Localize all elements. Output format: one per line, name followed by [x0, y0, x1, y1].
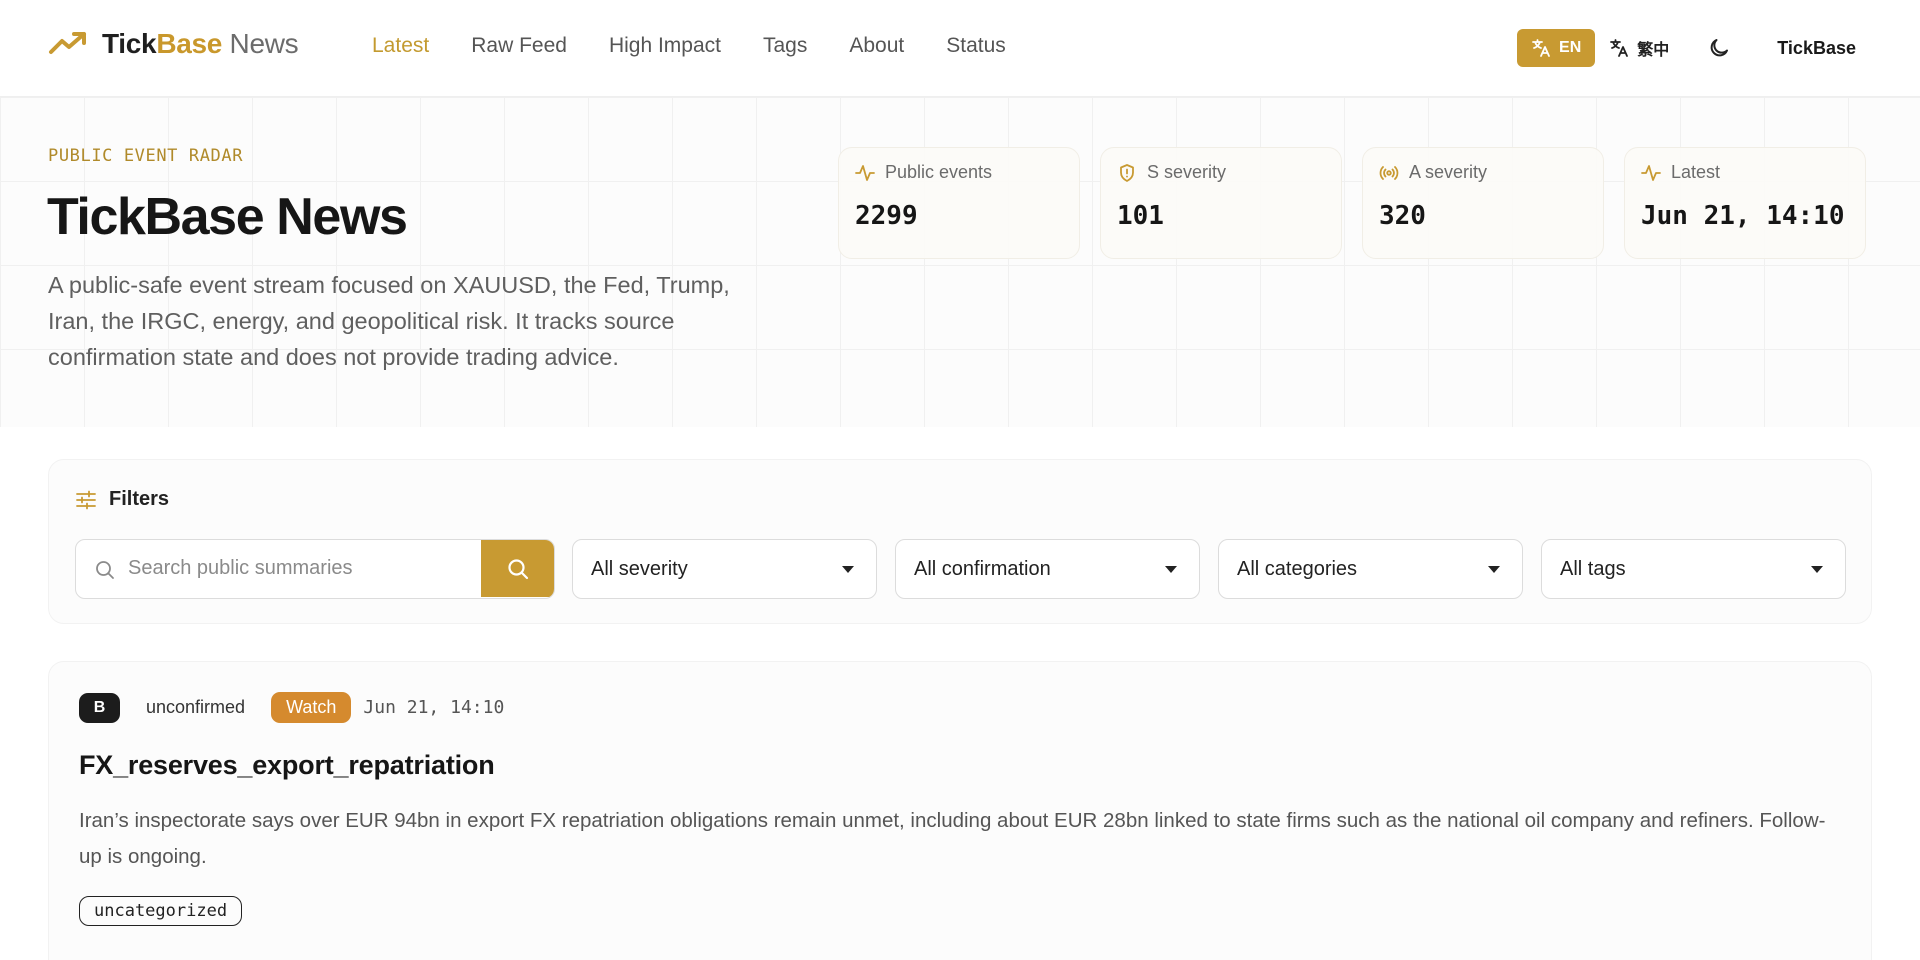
- hero-section: PUBLIC EVENT RADAR TickBase News A publi…: [0, 97, 1920, 427]
- language-en-label: EN: [1559, 39, 1582, 56]
- trending-up-icon: [49, 32, 86, 54]
- language-en-button[interactable]: EN: [1517, 29, 1596, 67]
- event-timestamp: Jun 21, 14:10: [363, 697, 505, 718]
- filters-title: Filters: [109, 488, 170, 510]
- stat-value: Jun 21, 14:10: [1641, 201, 1845, 231]
- main-nav: Latest Raw Feed High Impact Tags About S…: [372, 34, 1048, 58]
- header-tools: EN 繁中 TickBase: [1517, 28, 1856, 68]
- confirmation-status: unconfirmed: [146, 697, 246, 717]
- filters-header: Filters: [75, 488, 169, 511]
- stat-label: Public events: [885, 162, 993, 182]
- brand-name: TickBase News: [102, 28, 299, 60]
- confirmation-select[interactable]: All confirmation: [895, 539, 1200, 599]
- event-card[interactable]: B unconfirmed Watch Jun 21, 14:10 FX_res…: [48, 661, 1872, 960]
- stat-label: S severity: [1147, 162, 1227, 182]
- chevron-down-icon: [1165, 566, 1177, 573]
- event-summary: Iran’s inspectorate says over EUR 94bn i…: [79, 809, 1826, 868]
- stat-value: 320: [1379, 201, 1426, 231]
- brand-name-part: News: [222, 28, 299, 59]
- moon-icon: [1710, 39, 1729, 57]
- radio-icon: [1379, 165, 1399, 180]
- stat-value: 101: [1117, 201, 1164, 231]
- brand-name-part: Tick: [102, 28, 157, 59]
- confirmation-select-value: All confirmation: [914, 557, 1051, 580]
- brand-name-part: Base: [156, 28, 223, 59]
- activity-icon: [1641, 164, 1661, 181]
- nav-high-impact[interactable]: High Impact: [609, 34, 721, 58]
- severity-badge: B: [79, 692, 120, 723]
- stat-card-latest: Latest Jun 21, 14:10: [1624, 147, 1866, 259]
- categories-select-value: All categories: [1237, 557, 1358, 580]
- translate-icon: [1610, 39, 1629, 57]
- stat-card-a-severity: A severity 320: [1362, 147, 1604, 259]
- nav-raw-feed[interactable]: Raw Feed: [471, 34, 567, 58]
- search-button[interactable]: [481, 540, 554, 597]
- stat-value: 2299: [855, 201, 918, 231]
- tags-select-value: All tags: [1560, 557, 1626, 580]
- event-title[interactable]: FX_reserves_export_repatriation: [79, 750, 495, 781]
- search-icon: [507, 558, 528, 579]
- shield-alert-icon: [1120, 163, 1134, 182]
- stat-label: A severity: [1409, 162, 1488, 182]
- event-tag[interactable]: uncategorized: [79, 896, 243, 926]
- language-zh-label: 繁中: [1637, 42, 1670, 59]
- tags-select[interactable]: All tags: [1541, 539, 1846, 599]
- activity-icon: [855, 164, 875, 181]
- nav-tags[interactable]: Tags: [763, 34, 807, 58]
- top-navigation-bar: TickBase News Latest Raw Feed High Impac…: [0, 0, 1920, 97]
- page-title: TickBase News: [47, 188, 408, 246]
- stat-card-public-events: Public events 2299: [838, 147, 1080, 259]
- stat-card-s-severity: S severity 101: [1100, 147, 1342, 259]
- account-link[interactable]: TickBase: [1777, 38, 1856, 59]
- sliders-icon: [76, 490, 96, 509]
- chevron-down-icon: [1488, 566, 1500, 573]
- chevron-down-icon: [1811, 566, 1823, 573]
- impact-badge: Watch: [271, 692, 352, 723]
- nav-about[interactable]: About: [849, 34, 904, 58]
- hero-eyebrow: PUBLIC EVENT RADAR: [48, 146, 244, 166]
- categories-select[interactable]: All categories: [1218, 539, 1523, 599]
- theme-toggle-button[interactable]: [1707, 36, 1731, 60]
- nav-latest[interactable]: Latest: [372, 34, 429, 58]
- search-icon: [96, 561, 114, 579]
- translate-icon: [1532, 39, 1550, 57]
- filters-panel: Filters All severity All confirmation Al…: [48, 459, 1872, 624]
- severity-select[interactable]: All severity: [572, 539, 877, 599]
- severity-select-value: All severity: [591, 557, 688, 580]
- search-box: [75, 539, 555, 599]
- language-zh-button[interactable]: 繁中: [1609, 36, 1669, 60]
- brand-logo[interactable]: TickBase News: [48, 26, 299, 62]
- search-input[interactable]: [128, 540, 478, 597]
- nav-status[interactable]: Status: [946, 34, 1006, 58]
- event-meta: B unconfirmed Watch Jun 21, 14:10: [79, 692, 504, 723]
- stat-label: Latest: [1671, 162, 1721, 182]
- chevron-down-icon: [842, 566, 854, 573]
- hero-description: A public-safe event stream focused on XA…: [48, 272, 730, 370]
